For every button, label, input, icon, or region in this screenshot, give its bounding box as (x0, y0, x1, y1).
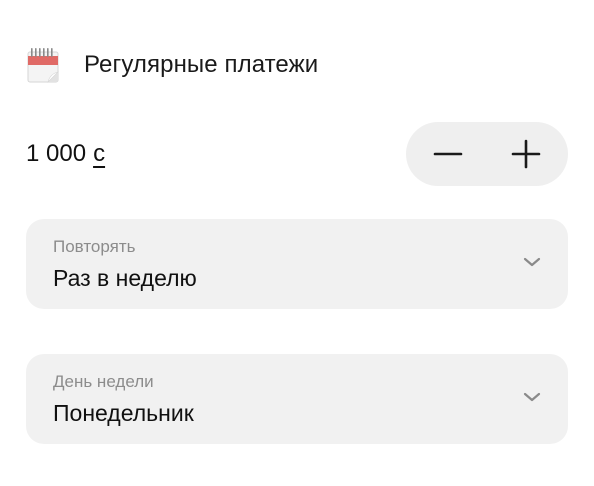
currency-link[interactable]: с (93, 140, 105, 168)
minus-icon (433, 152, 463, 156)
chevron-down-icon (522, 255, 542, 269)
amount-display: 1 000 с (26, 140, 105, 168)
repeat-value: Раз в неделю (53, 265, 197, 291)
amount-value: 1 000 (26, 140, 87, 167)
weekday-select[interactable]: День недели Понедельник (26, 354, 568, 444)
regular-payments-panel: Регулярные платежи 1 000 с Повторять Раз… (0, 0, 594, 486)
repeat-label: Повторять (53, 237, 136, 256)
weekday-label: День недели (53, 372, 154, 391)
repeat-select[interactable]: Повторять Раз в неделю (26, 219, 568, 309)
increment-button[interactable] (506, 134, 546, 174)
weekday-value: Понедельник (53, 400, 194, 426)
amount-stepper (406, 122, 568, 186)
plus-icon (511, 139, 541, 169)
header: Регулярные платежи (26, 44, 318, 86)
chevron-down-icon (522, 390, 542, 404)
decrement-button[interactable] (428, 134, 468, 174)
calendar-icon (26, 46, 60, 84)
page-title: Регулярные платежи (84, 51, 319, 78)
